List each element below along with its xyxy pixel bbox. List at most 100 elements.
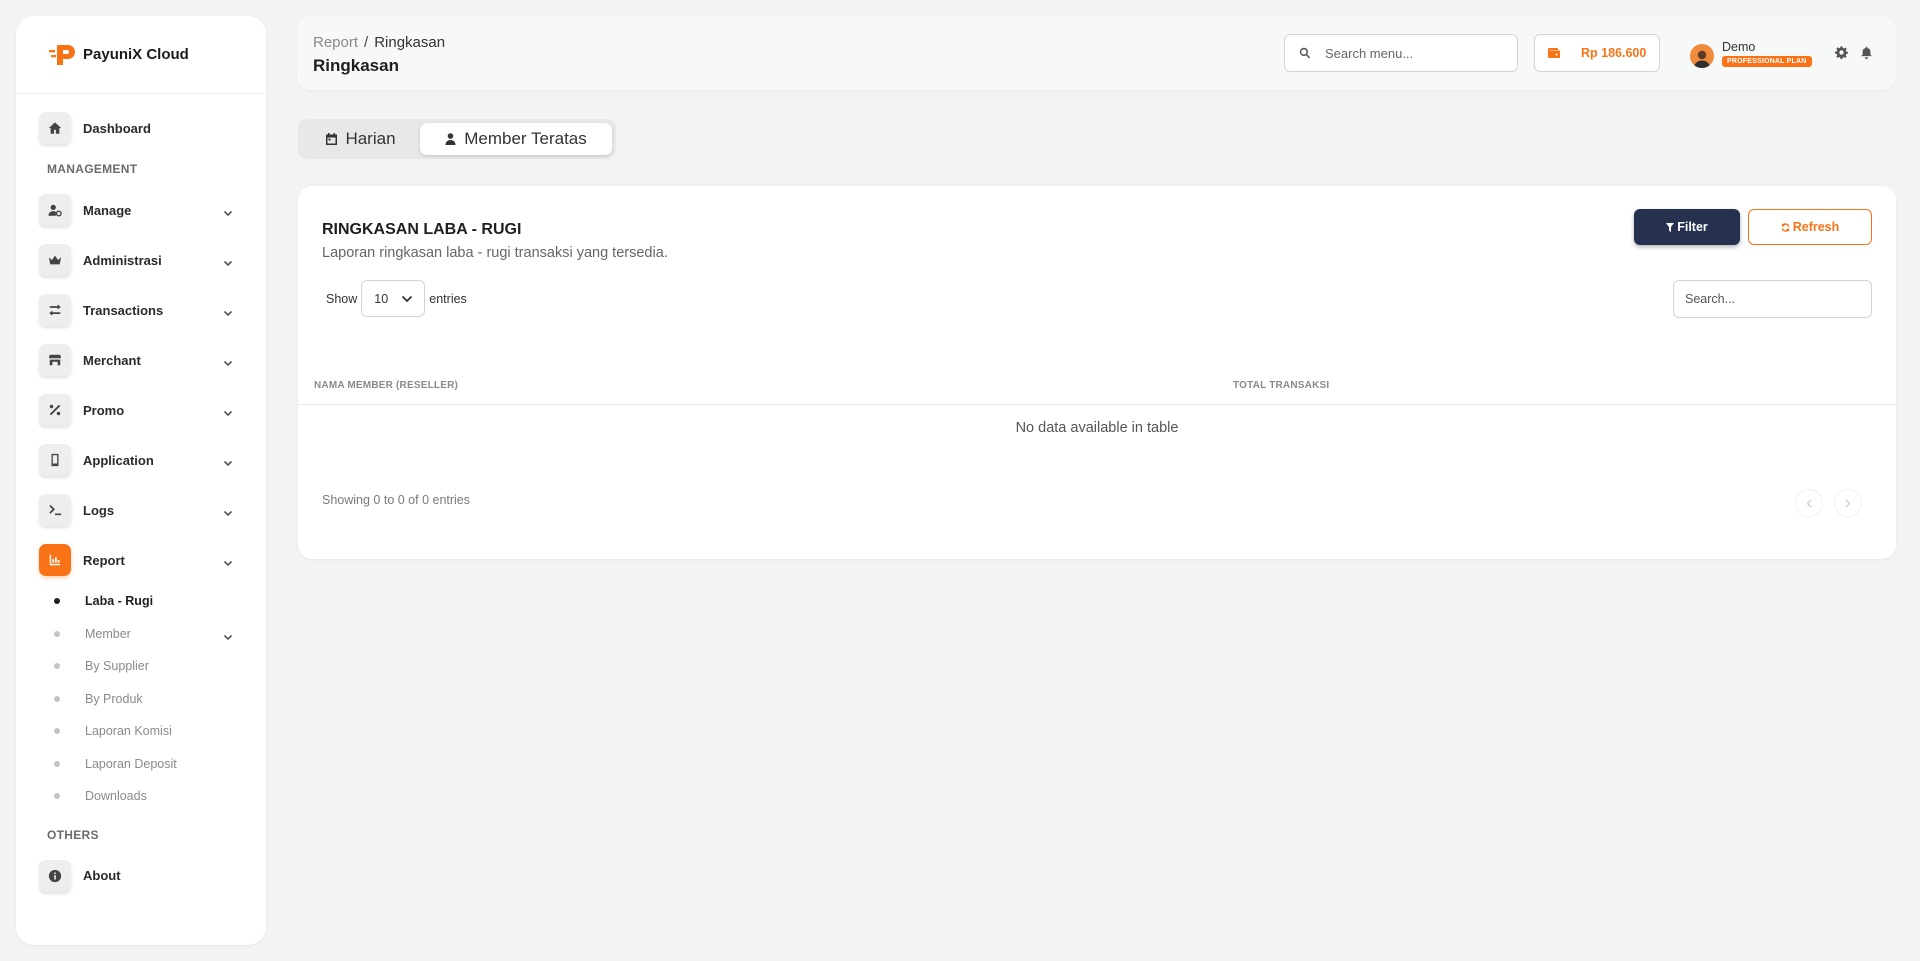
filter-button[interactable]: Filter — [1634, 209, 1740, 245]
table-empty-row: No data available in table — [1015, 420, 1179, 436]
chevron-right-icon — [1845, 498, 1851, 508]
chevron-down-icon — [223, 555, 233, 567]
sidebar-nav: Dashboard MANAGEMENT Manage Administrasi… — [16, 94, 266, 901]
chevron-down-icon — [223, 405, 233, 417]
sidebar-item-label: Promo — [83, 402, 125, 418]
sidebar-item-label: Dashboard — [83, 120, 151, 136]
submenu-item-laporan-deposit[interactable]: Laporan Deposit — [16, 748, 266, 781]
calendar-icon — [326, 133, 338, 145]
gear-icon[interactable] — [1835, 46, 1848, 60]
sidebar-item-label: Transactions — [83, 302, 164, 318]
pagination-prev-button[interactable] — [1795, 489, 1823, 517]
balance-amount: Rp 186.600 — [1581, 46, 1647, 60]
table-search-input[interactable] — [1673, 280, 1872, 318]
top-header: Report / Ringkasan Ringkasan Rp 186.600 De… — [297, 16, 1896, 90]
submenu-item-by-produk[interactable]: By Produk — [16, 683, 266, 716]
submenu-item-label: Laporan Komisi — [85, 724, 172, 739]
column-header-member[interactable]: NAMA MEMBER (RESELLER) — [314, 380, 458, 391]
terminal-icon — [39, 494, 71, 526]
sidebar-item-label: Logs — [83, 502, 115, 518]
column-header-total[interactable]: TOTAL TRANSAKSI — [1233, 380, 1329, 391]
submenu-item-by-supplier[interactable]: By Supplier — [16, 650, 266, 683]
submenu-item-laba-rugi[interactable]: Laba - Rugi — [16, 585, 266, 618]
sidebar-item-administrasi[interactable]: Administrasi — [16, 235, 266, 285]
bullet-dot — [54, 630, 60, 637]
table-info: Showing 0 to 0 of 0 entries — [322, 493, 471, 507]
filter-label: Filter — [1677, 220, 1708, 234]
sidebar-item-merchant[interactable]: Merchant — [16, 335, 266, 385]
card-subtitle: Laporan ringkasan laba - rugi transaksi … — [322, 245, 668, 261]
brand-logo-icon — [49, 44, 75, 65]
entries-length-control: Show 10 entries — [326, 280, 467, 317]
bullet-dot — [54, 663, 60, 670]
filter-icon — [1666, 222, 1675, 232]
sidebar-item-label: Merchant — [83, 352, 141, 368]
arrows-exchange-icon — [39, 294, 71, 326]
sidebar-item-label: About — [83, 868, 121, 883]
user-profile[interactable]: Demo PROFESSIONAL PLAN — [1690, 38, 1812, 68]
chevron-down-icon — [223, 255, 233, 267]
submenu-item-label: By Produk — [85, 691, 143, 706]
sidebar-item-report[interactable]: Report — [16, 535, 266, 585]
report-tabs: Harian Member Teratas — [298, 119, 616, 159]
brand[interactable]: PayuniX Cloud — [16, 16, 266, 94]
store-icon — [39, 344, 71, 376]
user-gear-icon — [39, 194, 71, 226]
breadcrumb-root[interactable]: Report — [313, 34, 358, 51]
balance-button[interactable]: Rp 186.600 — [1534, 34, 1660, 72]
submenu-item-member[interactable]: Member — [16, 618, 266, 651]
bullet-dot — [54, 793, 60, 800]
tab-member-teratas[interactable]: Member Teratas — [420, 123, 612, 155]
sidebar-item-about[interactable]: About — [16, 851, 266, 901]
submenu-item-downloads[interactable]: Downloads — [16, 780, 266, 813]
bell-icon[interactable] — [1860, 46, 1873, 59]
pagination-next-button[interactable] — [1834, 489, 1862, 517]
bullet-dot — [54, 728, 60, 735]
show-label: Show — [326, 291, 358, 306]
search-menu-input[interactable] — [1325, 45, 1505, 61]
user-icon — [445, 133, 456, 145]
sidebar-item-logs[interactable]: Logs — [16, 485, 266, 535]
submenu-item-label: Member — [85, 626, 131, 641]
sidebar-item-promo[interactable]: Promo — [16, 385, 266, 435]
plan-badge: PROFESSIONAL PLAN — [1722, 55, 1812, 67]
breadcrumb-current: Ringkasan — [374, 34, 446, 51]
sidebar-item-application[interactable]: Application — [16, 435, 266, 485]
refresh-button[interactable]: Refresh — [1748, 209, 1872, 245]
chevron-down-icon — [223, 205, 233, 217]
entries-length-select[interactable]: 10 — [361, 280, 426, 317]
tab-harian[interactable]: Harian — [302, 123, 420, 155]
bullet-dot — [54, 760, 60, 767]
report-card: RINGKASAN LABA - RUGI Laporan ringkasan … — [298, 186, 1896, 559]
submenu-item-label: Laba - Rugi — [85, 594, 154, 609]
brand-name: PayuniX Cloud — [83, 46, 189, 63]
refresh-label: Refresh — [1792, 220, 1840, 234]
sidebar-item-dashboard[interactable]: Dashboard — [16, 103, 266, 153]
bullet-dot — [54, 695, 60, 702]
sidebar-item-transactions[interactable]: Transactions — [16, 285, 266, 335]
tab-label: Harian — [345, 129, 396, 148]
sidebar-item-label: Application — [83, 452, 154, 468]
bullet-dot — [54, 598, 60, 605]
submenu-item-label: Downloads — [85, 789, 147, 804]
refresh-icon — [1781, 222, 1790, 232]
submenu-item-label: By Supplier — [85, 659, 149, 674]
search-menu-box[interactable] — [1284, 34, 1518, 72]
chevron-down-icon — [402, 295, 413, 302]
search-icon — [1299, 47, 1311, 59]
sidebar-item-manage[interactable]: Manage — [16, 185, 266, 235]
chevron-down-icon — [223, 455, 233, 467]
mobile-icon — [39, 444, 71, 476]
chevron-down-icon — [223, 505, 233, 517]
chevron-down-icon — [223, 305, 233, 317]
chart-icon — [39, 544, 71, 576]
submenu-item-label: Laporan Deposit — [85, 756, 177, 771]
user-name: Demo — [1722, 39, 1756, 54]
submenu-item-laporan-komisi[interactable]: Laporan Komisi — [16, 715, 266, 748]
sidebar: PayuniX Cloud Dashboard MANAGEMENT Manag… — [16, 16, 266, 945]
section-title-management: MANAGEMENT — [47, 162, 138, 176]
chevron-down-icon — [223, 629, 233, 640]
sidebar-item-label: Manage — [83, 202, 132, 218]
breadcrumb: Report / Ringkasan — [313, 34, 445, 51]
home-icon — [39, 112, 71, 144]
